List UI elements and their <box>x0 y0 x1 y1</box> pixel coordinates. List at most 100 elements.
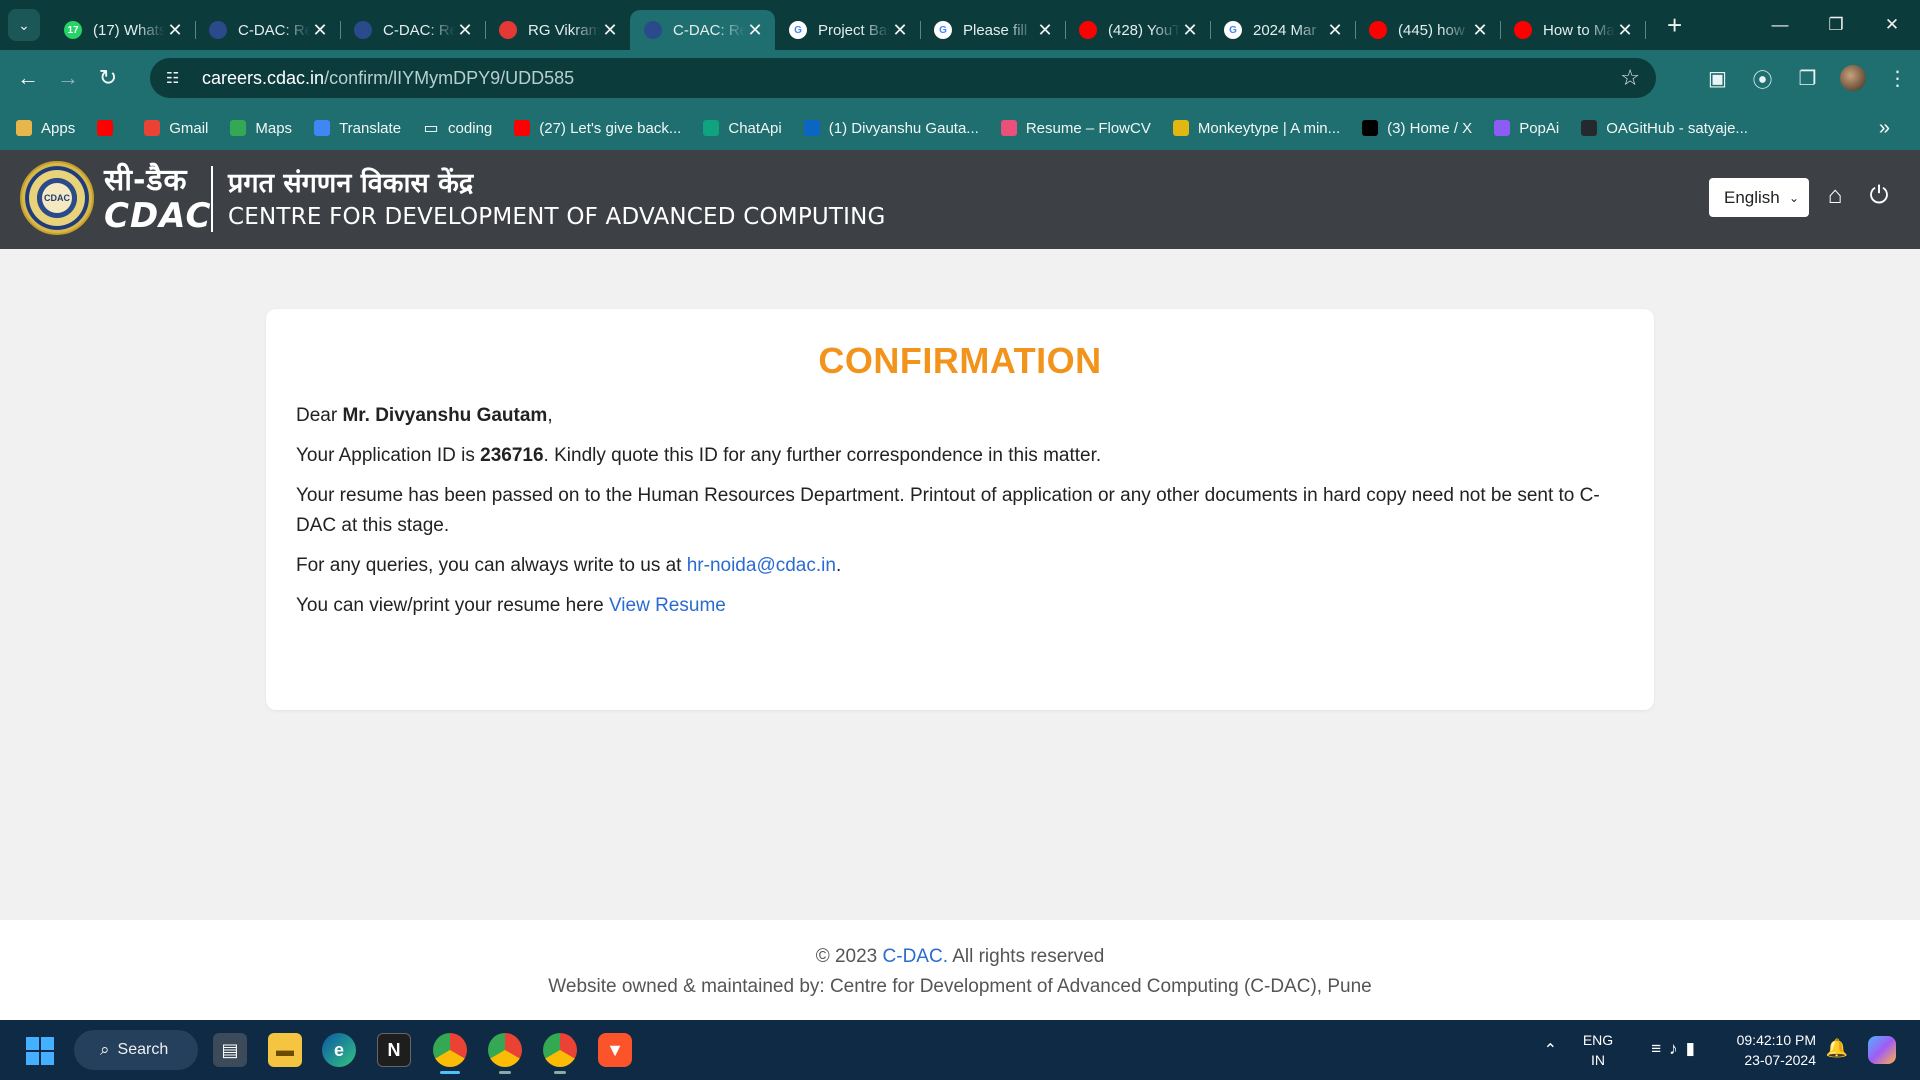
input-language[interactable]: ENG IN <box>1578 1030 1618 1070</box>
bookmark-item[interactable]: OAGitHub - satyaje... <box>1581 120 1748 137</box>
brave-browser-icon[interactable]: ▼ <box>598 1033 632 1067</box>
language-select[interactable]: English ⌄ <box>1709 178 1809 217</box>
forward-icon[interactable]: → <box>48 58 88 98</box>
contact-email-link[interactable]: hr-noida@cdac.in <box>687 555 836 576</box>
profile-avatar[interactable] <box>1830 65 1875 91</box>
translate-icon <box>314 120 331 136</box>
bookmark-item[interactable]: Monkeytype | A min... <box>1172 119 1341 137</box>
edge-browser-icon[interactable]: e <box>322 1033 356 1067</box>
wifi-volume-battery-icons[interactable]: ≡♪▮ <box>1651 1039 1703 1059</box>
tab[interactable]: How to Make✕ <box>1500 10 1646 50</box>
chrome-profile-icon[interactable] <box>488 1033 522 1074</box>
system-clock[interactable]: 09:42:10 PM 23-07-2024 <box>1737 1030 1816 1070</box>
bookmark-label: Resume – FlowCV <box>1025 119 1151 137</box>
minimize-icon[interactable]: — <box>1752 0 1808 50</box>
tab[interactable]: RG Vikramjeet✕ <box>485 10 631 50</box>
bookmark-item[interactable]: ▭ coding <box>423 119 493 138</box>
windows-start-icon[interactable] <box>26 1037 54 1065</box>
application-id-line: Your Application ID is 236716. Kindly qu… <box>296 441 1624 471</box>
read-aloud-icon[interactable]: ⦿ <box>1740 64 1785 93</box>
tab-favicon-icon: G <box>789 21 807 39</box>
tab-close-icon[interactable]: ✕ <box>455 20 475 41</box>
tab-search-button[interactable]: ⌄ <box>8 9 40 41</box>
bookmark-star-icon[interactable]: ☆ <box>1620 65 1640 91</box>
chrome-profile-d-icon[interactable] <box>543 1033 577 1074</box>
close-window-icon[interactable]: ✕ <box>1864 0 1920 50</box>
bookmark-item[interactable] <box>97 120 122 136</box>
tab-close-icon[interactable]: ✕ <box>165 20 185 41</box>
site-header: CDAC सी-डैक CDAC प्रगत संगणन विकास केंद्… <box>0 150 1920 249</box>
chrome-icon[interactable] <box>433 1033 467 1074</box>
power-logout-icon[interactable]: ⏻ <box>1864 181 1894 211</box>
bookmark-item[interactable]: Resume – FlowCV <box>1000 119 1151 137</box>
tab[interactable]: C-DAC: Recruitment✕ <box>195 10 341 50</box>
new-tab-button[interactable]: + <box>1667 10 1682 41</box>
tab[interactable]: C-DAC: Recruitment✕ <box>340 10 486 50</box>
tab-close-icon[interactable]: ✕ <box>1325 20 1345 41</box>
task-view-icon[interactable]: ▤ <box>213 1033 247 1067</box>
tab[interactable]: G Please fill ✕ <box>920 10 1066 50</box>
logo-hindi: सी-डैक <box>104 163 188 198</box>
chevron-up-icon[interactable]: ⌃ <box>1544 1040 1557 1060</box>
notification-bell-icon[interactable]: 🔔 <box>1826 1038 1848 1059</box>
tab[interactable]: (445) how to✕ <box>1355 10 1501 50</box>
view-resume-link[interactable]: View Resume <box>609 595 726 616</box>
bookmark-item[interactable]: (27) Let's give back... <box>514 120 681 137</box>
cdac-seal-logo[interactable]: CDAC <box>20 161 94 235</box>
clock-time: 09:42:10 PM <box>1736 1032 1816 1048</box>
bookmark-item[interactable]: Gmail <box>144 120 208 137</box>
bookmark-label: Apps <box>41 119 76 137</box>
home-icon[interactable]: ⌂ <box>1820 181 1850 211</box>
tab-close-icon[interactable]: ✕ <box>1615 20 1635 41</box>
tab-close-icon[interactable]: ✕ <box>600 20 620 41</box>
address-bar[interactable]: ☷ careers.cdac.in/confirm/lIYMymDPY9/UDD… <box>150 58 1656 98</box>
cdac-wordmark[interactable]: सी-डैक CDAC <box>104 163 211 235</box>
bookmark-item[interactable]: PopAi <box>1494 120 1559 137</box>
tab[interactable]: 17 (17) WhatsApp✕ <box>50 10 196 50</box>
bookmark-label: Monkeytype | A min... <box>1197 119 1341 137</box>
greeting-prefix: Dear <box>296 405 343 426</box>
taskbar-search[interactable]: ⌕ Search <box>74 1030 198 1070</box>
tab[interactable]: (428) YouTube✕ <box>1065 10 1211 50</box>
tab-close-icon[interactable]: ✕ <box>1035 20 1055 41</box>
bookmark-item[interactable]: Maps <box>230 120 292 137</box>
copilot-icon[interactable] <box>1868 1036 1896 1064</box>
bookmark-item[interactable]: Apps <box>16 120 75 137</box>
tab-close-icon[interactable]: ✕ <box>745 20 765 41</box>
tab-close-icon[interactable]: ✕ <box>1180 20 1200 41</box>
menu-icon[interactable]: ⋮ <box>1875 66 1920 91</box>
queries-line: For any queries, you can always write to… <box>296 551 1624 581</box>
popai-icon <box>1494 120 1511 136</box>
bookmark-item[interactable]: (3) Home / X <box>1362 120 1472 137</box>
clock-date: 23-07-2024 <box>1744 1052 1816 1068</box>
browser-toolbar: ← → ↻ ☷ careers.cdac.in/confirm/lIYMymDP… <box>0 50 1920 106</box>
tab-list: 17(17) WhatsApp✕C-DAC: Recruitment✕C-DAC… <box>50 0 1646 50</box>
file-explorer-icon[interactable]: ▬ <box>268 1033 302 1067</box>
cast-icon[interactable]: ▣ <box>1695 66 1740 91</box>
tab-close-icon[interactable]: ✕ <box>1470 20 1490 41</box>
tab-close-icon[interactable]: ✕ <box>890 20 910 41</box>
notion-icon[interactable]: N <box>377 1033 411 1067</box>
reload-icon[interactable]: ↻ <box>88 58 128 98</box>
queries-suffix: . <box>835 555 842 576</box>
more-bookmarks-icon[interactable]: » <box>1879 117 1890 140</box>
extensions-icon[interactable]: ❐ <box>1785 66 1830 91</box>
bookmark-label: (3) Home / X <box>1387 119 1473 137</box>
bookmark-item[interactable]: ChatApi <box>703 120 782 137</box>
bookmark-item[interactable]: (1) Divyanshu Gauta... <box>803 120 979 137</box>
tab-active[interactable]: C-DAC: Recruitment✕ <box>630 10 775 50</box>
tab-title: (445) how to <box>1398 21 1470 39</box>
tab-close-icon[interactable]: ✕ <box>310 20 330 41</box>
bookmark-label: coding <box>448 119 493 137</box>
cdac-footer-link[interactable]: C-DAC. <box>883 946 948 967</box>
site-info-icon[interactable]: ☷ <box>166 69 192 87</box>
tab[interactable]: G Project Based✕ <box>775 10 921 50</box>
bookmark-item[interactable]: Translate <box>314 120 401 137</box>
back-icon[interactable]: ← <box>8 58 48 98</box>
restore-icon[interactable]: ❐ <box>1808 0 1864 50</box>
tab-favicon-icon: 17 <box>64 21 82 39</box>
github-icon <box>1581 120 1598 136</box>
appid-suffix: . Kindly quote this ID for any further c… <box>543 445 1102 466</box>
taskbar-search-label: Search <box>117 1041 169 1058</box>
tab[interactable]: G 2024 Mar ✕ <box>1210 10 1356 50</box>
